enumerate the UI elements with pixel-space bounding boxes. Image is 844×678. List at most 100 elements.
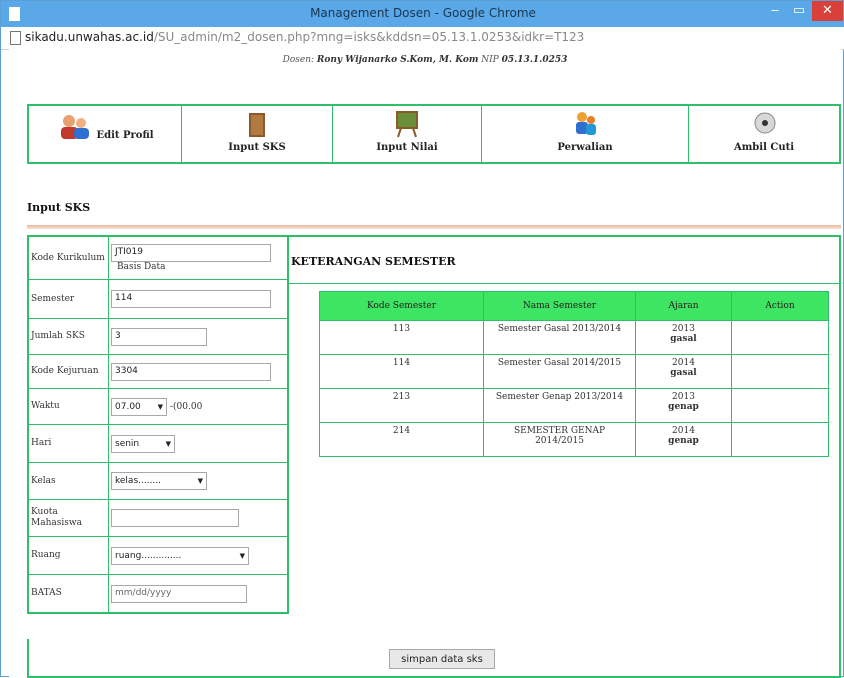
divider xyxy=(27,225,841,229)
ajaran-type: genap xyxy=(668,402,699,412)
kode-kurikulum-cell: JTI019 Basis Data xyxy=(109,237,287,279)
kelas-cell: kelas........ ▼ xyxy=(109,463,287,499)
action-cell[interactable] xyxy=(731,422,829,457)
batas-date-input[interactable]: mm/dd/yyyy xyxy=(111,584,247,603)
waktu-label: Waktu xyxy=(29,389,109,424)
waktu-cell: 07.00 ▼ -(00.00 xyxy=(109,389,287,424)
ajaran-cell: 2013 gasal xyxy=(635,320,732,355)
hari-value: senin xyxy=(115,438,140,449)
ajaran-year: 2013 xyxy=(672,324,695,334)
nav-input-sks[interactable]: Input SKS xyxy=(182,106,333,162)
ajaran-type: gasal xyxy=(670,334,697,344)
dosen-label: Dosen: xyxy=(282,55,315,65)
nav-label: Ambil Cuti xyxy=(733,142,795,153)
action-cell[interactable] xyxy=(731,354,829,389)
window-title: Management Dosen - Google Chrome xyxy=(310,6,536,20)
close-icon[interactable]: ✕ xyxy=(812,1,843,21)
nav-label: Perwalian xyxy=(557,142,613,153)
waktu-select[interactable]: 07.00 ▼ xyxy=(111,397,167,416)
dropdown-arrow-icon: ▼ xyxy=(157,402,163,411)
hari-cell: senin ▼ xyxy=(109,425,287,462)
dropdown-arrow-icon: ▼ xyxy=(197,477,203,485)
row-waktu: Waktu 07.00 ▼ -(00.00 xyxy=(29,389,287,425)
table-row: 114 Semester Gasal 2014/2015 2014 gasal xyxy=(319,354,829,389)
address-bar[interactable]: sikadu.unwahas.ac.id/SU_admin/m2_dosen.p… xyxy=(1,27,844,50)
disc-icon xyxy=(754,112,776,134)
row-kode-kejuruan: Kode Kejuruan 3304 xyxy=(29,355,287,389)
row-batas: BATAS mm/dd/yyyy xyxy=(29,575,287,612)
kode-kejuruan-cell: 3304 xyxy=(109,355,287,388)
batas-label: BATAS xyxy=(29,575,109,612)
nav-label: Input SKS xyxy=(228,142,286,153)
url-domain: sikadu.unwahas.ac.id xyxy=(25,30,154,44)
action-cell[interactable] xyxy=(731,388,829,423)
ajaran-year: 2014 xyxy=(672,358,695,368)
nama-cell: Semester Gasal 2013/2014 xyxy=(483,320,636,355)
kode-cell: 213 xyxy=(319,388,484,423)
col-kode-semester: Kode Semester xyxy=(319,291,484,321)
section-title: Input SKS xyxy=(27,201,91,214)
semester-cell: 114 xyxy=(109,280,287,318)
nav-ambil-cuti[interactable]: Ambil Cuti xyxy=(689,106,839,162)
kelas-value: kelas........ xyxy=(115,476,162,486)
input-sks-form: Kode Kurikulum JTI019 Basis Data Semeste… xyxy=(27,235,289,614)
kuota-input[interactable] xyxy=(111,509,239,527)
semester-table: Kode Semester Nama Semester Ajaran Actio… xyxy=(319,291,829,457)
kode-cell: 114 xyxy=(319,354,484,389)
nav-edit-profil[interactable]: Edit Profil xyxy=(29,106,182,162)
nav-perwalian[interactable]: Perwalian xyxy=(482,106,689,162)
nama-cell: Semester Genap 2013/2014 xyxy=(483,388,636,423)
waktu-suffix: -(00.00 xyxy=(170,401,203,412)
kode-kejuruan-input[interactable]: 3304 xyxy=(111,362,271,381)
keterangan-divider xyxy=(289,283,841,284)
jumlah-sks-cell: 3 xyxy=(109,319,287,354)
nav-label: Input Nilai xyxy=(376,142,438,153)
kode-kurikulum-input[interactable]: JTI019 xyxy=(111,244,271,262)
ruang-value: ruang.............. xyxy=(115,550,182,561)
row-kelas: Kelas kelas........ ▼ xyxy=(29,463,287,500)
people-icon xyxy=(576,112,596,135)
kelas-select[interactable]: kelas........ ▼ xyxy=(111,472,207,490)
ruang-cell: ruang.............. ▼ xyxy=(109,537,287,574)
nip-label: NIP xyxy=(481,55,499,65)
kuota-label: Kuota Mahasiswa xyxy=(29,500,109,536)
ajaran-year: 2014 xyxy=(672,426,695,436)
ajaran-cell: 2014 gasal xyxy=(635,354,732,389)
browser-window: Management Dosen - Google Chrome ‒ ▭ ✕ s… xyxy=(0,0,844,678)
dropdown-arrow-icon: ▼ xyxy=(239,551,245,560)
dosen-name: Rony Wijanarko S.Kom, M. Kom xyxy=(316,55,479,65)
page-content: Dosen: Rony Wijanarko S.Kom, M. Kom NIP … xyxy=(9,49,841,678)
simpan-button[interactable]: simpan data sks xyxy=(389,649,495,669)
title-bar: Management Dosen - Google Chrome ‒ ▭ ✕ xyxy=(1,1,844,27)
maximize-icon[interactable]: ▭ xyxy=(787,1,811,21)
ajaran-type: gasal xyxy=(670,368,697,378)
jumlah-sks-label: Jumlah SKS xyxy=(29,319,109,354)
col-nama-semester: Nama Semester xyxy=(483,291,636,321)
kode-kurikulum-label: Kode Kurikulum xyxy=(29,237,109,279)
row-kode-kurikulum: Kode Kurikulum JTI019 Basis Data xyxy=(29,237,287,280)
semester-input[interactable]: 114 xyxy=(111,290,271,308)
book-icon xyxy=(249,113,265,137)
row-semester: Semester 114 xyxy=(29,280,287,319)
row-kuota: Kuota Mahasiswa xyxy=(29,500,287,537)
ruang-select[interactable]: ruang.............. ▼ xyxy=(111,546,249,565)
row-jumlah-sks: Jumlah SKS 3 xyxy=(29,319,287,355)
jumlah-sks-input[interactable]: 3 xyxy=(111,327,207,346)
table-row: 214 SEMESTER GENAP 2014/2015 2014 genap xyxy=(319,422,829,457)
table-row: 113 Semester Gasal 2013/2014 2013 gasal xyxy=(319,320,829,355)
hari-select[interactable]: senin ▼ xyxy=(111,434,175,453)
hari-label: Hari xyxy=(29,425,109,462)
nav-input-nilai[interactable]: Input Nilai xyxy=(333,106,482,162)
nip-value: 05.13.1.0253 xyxy=(501,55,568,65)
nama-cell: Semester Gasal 2014/2015 xyxy=(483,354,636,389)
table-row: 213 Semester Genap 2013/2014 2013 genap xyxy=(319,388,829,423)
keterangan-title: KETERANGAN SEMESTER xyxy=(291,255,456,268)
ajaran-cell: 2014 genap xyxy=(635,422,732,457)
minimize-icon[interactable]: ‒ xyxy=(763,1,787,21)
semester-label: Semester xyxy=(29,280,109,318)
ruang-label: Ruang xyxy=(29,537,109,574)
url-text[interactable]: sikadu.unwahas.ac.id/SU_admin/m2_dosen.p… xyxy=(25,30,584,44)
col-action: Action xyxy=(731,291,829,321)
table-header-row: Kode Semester Nama Semester Ajaran Actio… xyxy=(319,291,829,321)
action-cell[interactable] xyxy=(731,320,829,355)
